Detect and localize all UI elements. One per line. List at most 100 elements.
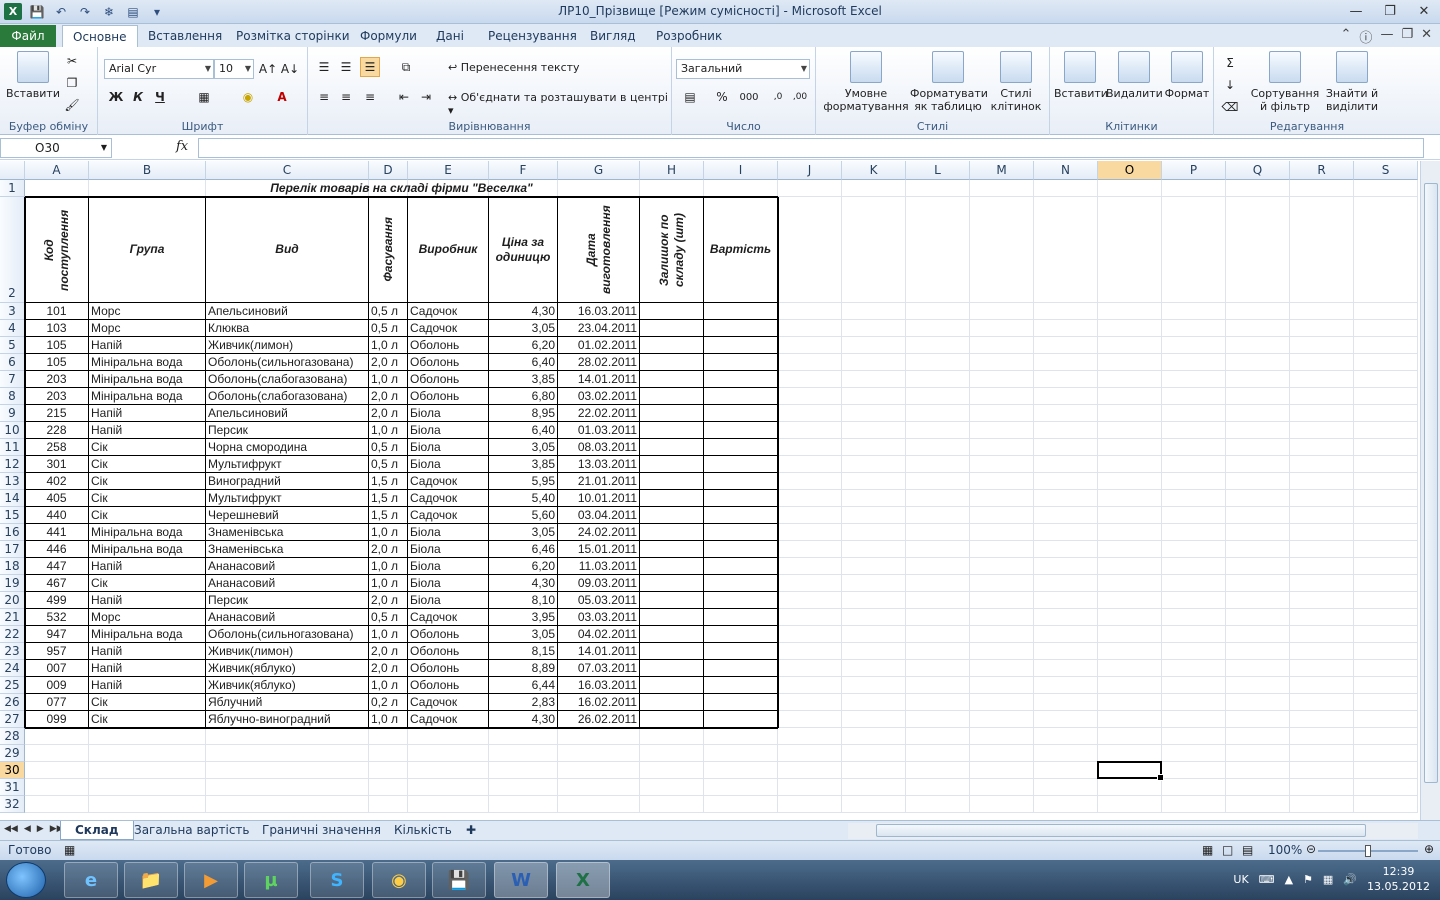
row-header[interactable]: 27: [0, 711, 25, 728]
table-cell[interactable]: 0,5 л: [369, 609, 407, 625]
row-header[interactable]: 19: [0, 575, 25, 592]
zoom-slider-knob[interactable]: [1365, 845, 1371, 857]
table-cell[interactable]: Ананасовий: [206, 558, 368, 574]
table-cell[interactable]: 10.01.2011: [558, 490, 639, 506]
table-cell[interactable]: Оболонь: [408, 354, 488, 370]
table-cell[interactable]: Садочок: [408, 473, 488, 489]
table-cell[interactable]: Напій: [89, 643, 205, 659]
flag-icon[interactable]: ⚑: [1303, 873, 1313, 886]
table-cell[interactable]: 301: [25, 456, 88, 472]
thousands-button[interactable]: 000: [736, 87, 762, 107]
sort-filter-button[interactable]: Сортування й фільтр: [1248, 51, 1322, 113]
table-cell[interactable]: Сік: [89, 575, 205, 591]
row-header[interactable]: 31: [0, 779, 25, 796]
column-header[interactable]: O: [1098, 161, 1162, 180]
table-cell[interactable]: 446: [25, 541, 88, 557]
table-cell[interactable]: Напій: [89, 558, 205, 574]
table-cell[interactable]: Апельсиновий: [206, 303, 368, 319]
doc-restore-icon[interactable]: ❐: [1401, 27, 1413, 46]
number-format-select[interactable]: Загальний ▼: [676, 59, 810, 79]
table-cell[interactable]: 228: [25, 422, 88, 438]
row-header[interactable]: 12: [0, 456, 25, 473]
row-header[interactable]: 16: [0, 524, 25, 541]
tab-developer[interactable]: Розробник: [646, 25, 732, 47]
tab-page-layout[interactable]: Розмітка сторінки: [226, 25, 360, 47]
doc-close-icon[interactable]: ✕: [1421, 27, 1432, 46]
wrap-text-button[interactable]: ↩ Перенесення тексту: [448, 61, 580, 74]
table-cell[interactable]: 11.03.2011: [558, 558, 639, 574]
table-cell[interactable]: 6,40: [489, 422, 557, 438]
fill-color-icon[interactable]: ◉: [238, 87, 258, 107]
align-left-icon[interactable]: ≡: [314, 87, 334, 107]
zoom-in-icon[interactable]: ⊕: [1424, 842, 1434, 856]
font-color-icon[interactable]: A: [272, 87, 292, 107]
insert-function-button[interactable]: fx: [176, 139, 188, 154]
row-header[interactable]: 24: [0, 660, 25, 677]
table-cell[interactable]: Мініральна вода: [89, 541, 205, 557]
table-cell[interactable]: Оболонь: [408, 626, 488, 642]
table-cell[interactable]: 16.02.2011: [558, 694, 639, 710]
zoom-level[interactable]: 100%: [1268, 843, 1302, 857]
table-cell[interactable]: Оболонь: [408, 677, 488, 693]
table-cell[interactable]: Живчик(лимон): [206, 643, 368, 659]
row-header[interactable]: 29: [0, 745, 25, 762]
table-cell[interactable]: 2,0 л: [369, 541, 407, 557]
cut-icon[interactable]: ✂: [62, 51, 82, 71]
table-cell[interactable]: 5,40: [489, 490, 557, 506]
page-break-view-icon[interactable]: ▤: [1242, 843, 1253, 857]
table-cell[interactable]: 1,0 л: [369, 575, 407, 591]
table-cell[interactable]: 1,0 л: [369, 711, 407, 727]
table-cell[interactable]: 007: [25, 660, 88, 676]
table-cell[interactable]: 2,0 л: [369, 388, 407, 404]
table-cell[interactable]: 13.03.2011: [558, 456, 639, 472]
table-cell[interactable]: Морс: [89, 609, 205, 625]
table-cell[interactable]: Яблучний: [206, 694, 368, 710]
column-header[interactable]: N: [1034, 161, 1098, 180]
table-cell[interactable]: Морс: [89, 303, 205, 319]
table-cell[interactable]: Знаменівська: [206, 541, 368, 557]
font-name-select[interactable]: Arial Cyr ▼: [104, 59, 214, 79]
row-header[interactable]: 11: [0, 439, 25, 456]
table-cell[interactable]: 447: [25, 558, 88, 574]
row-header[interactable]: 1: [0, 180, 25, 197]
table-cell[interactable]: 2,0 л: [369, 354, 407, 370]
internet-explorer-icon[interactable]: e: [64, 862, 118, 898]
table-cell[interactable]: 28.02.2011: [558, 354, 639, 370]
table-cell[interactable]: Сік: [89, 507, 205, 523]
percent-button[interactable]: %: [712, 87, 732, 107]
table-cell[interactable]: Напій: [89, 337, 205, 353]
table-cell[interactable]: 440: [25, 507, 88, 523]
table-cell[interactable]: Морс: [89, 320, 205, 336]
new-sheet-icon[interactable]: ✚: [452, 821, 490, 840]
grow-font-icon[interactable]: A↑: [258, 59, 278, 79]
currency-icon[interactable]: ▤: [680, 87, 700, 107]
table-cell[interactable]: 14.01.2011: [558, 371, 639, 387]
zoom-out-icon[interactable]: ⊝: [1306, 842, 1316, 856]
column-header[interactable]: P: [1162, 161, 1226, 180]
table-cell[interactable]: Оболонь(слабогазована): [206, 371, 368, 387]
table-cell[interactable]: Сік: [89, 490, 205, 506]
prev-sheet-icon[interactable]: ◀: [24, 824, 31, 834]
row-header[interactable]: 25: [0, 677, 25, 694]
paste-button[interactable]: Вставити: [4, 51, 62, 100]
vertical-scrollbar[interactable]: [1420, 161, 1440, 820]
row-header[interactable]: 13: [0, 473, 25, 490]
tab-file[interactable]: Файл: [0, 25, 56, 47]
table-cell[interactable]: 6,80: [489, 388, 557, 404]
table-cell[interactable]: 532: [25, 609, 88, 625]
row-header[interactable]: 28: [0, 728, 25, 745]
table-cell[interactable]: 1,0 л: [369, 558, 407, 574]
row-header[interactable]: 21: [0, 609, 25, 626]
table-cell[interactable]: 5,60: [489, 507, 557, 523]
table-cell[interactable]: Сік: [89, 439, 205, 455]
table-cell[interactable]: 03.03.2011: [558, 609, 639, 625]
orientation-icon[interactable]: ⧉: [396, 57, 416, 77]
table-cell[interactable]: 8,10: [489, 592, 557, 608]
table-cell[interactable]: 957: [25, 643, 88, 659]
conditional-format-button[interactable]: Умовне форматування: [820, 51, 912, 113]
table-cell[interactable]: Біола: [408, 439, 488, 455]
shrink-font-icon[interactable]: A↓: [280, 59, 300, 79]
table-cell[interactable]: 2,0 л: [369, 592, 407, 608]
table-cell[interactable]: 3,85: [489, 456, 557, 472]
decrease-indent-icon[interactable]: ⇤: [394, 87, 414, 107]
